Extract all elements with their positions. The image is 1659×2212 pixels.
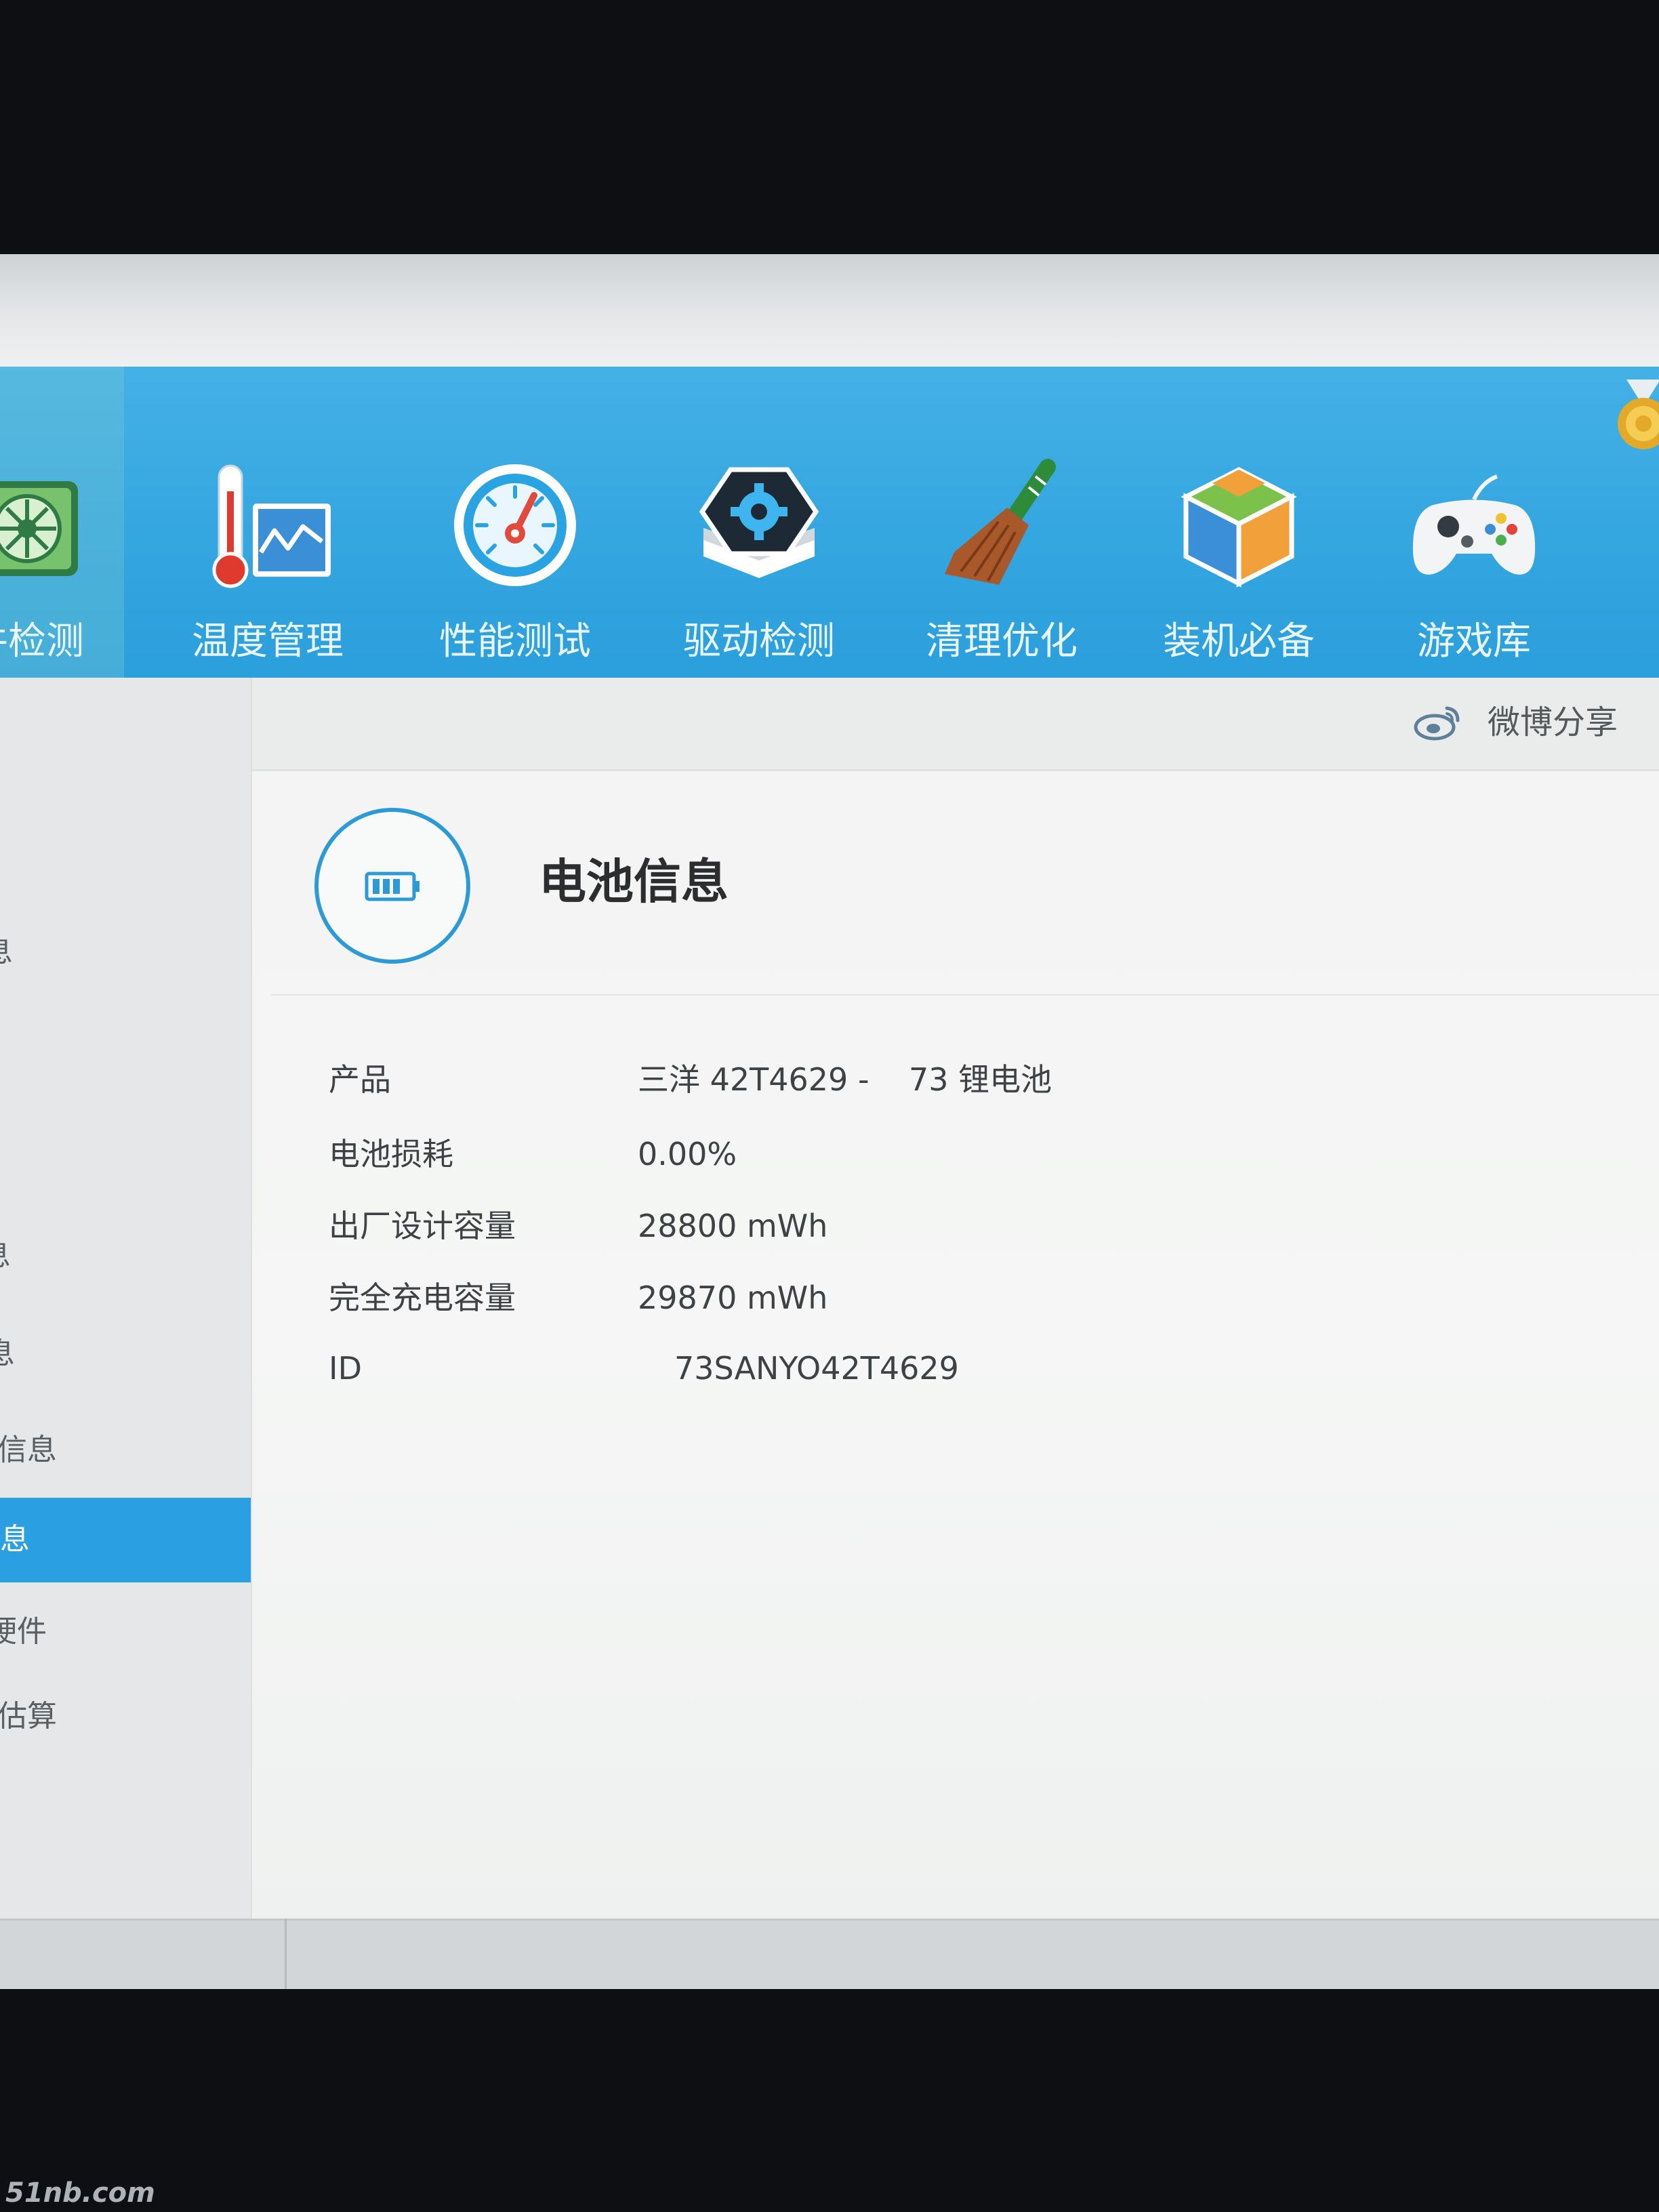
tab-label: 驱动检测 — [683, 619, 835, 663]
sidebar-item-label: 硬件 — [0, 1614, 47, 1649]
gamepad-icon — [1412, 474, 1536, 575]
info-label: 产品 — [329, 1061, 391, 1098]
sidebar-item-label: 估算 — [0, 1699, 57, 1734]
status-bar-divider — [285, 1919, 287, 1989]
tab-performance-test[interactable]: 性能测试 — [413, 457, 617, 681]
tab-label: 温度管理 — [192, 619, 344, 663]
tab-label: 清理优化 — [926, 619, 1078, 663]
info-row-design-capacity: 出厂设计容量 28800 mWh — [329, 1207, 1345, 1245]
driver-gear-icon — [699, 467, 819, 578]
tab-install-essentials[interactable]: 装机必备 — [1137, 457, 1340, 681]
cube-icon — [1181, 467, 1297, 588]
sidebar-item[interactable]: 硬件 — [0, 1590, 251, 1675]
battery-badge — [314, 808, 470, 964]
weibo-share-link[interactable]: 微博分享 — [1488, 702, 1618, 743]
sidebar-item[interactable]: 估算 — [0, 1675, 251, 1759]
speedometer-icon — [454, 464, 576, 586]
sidebar-item-label: 信息 — [0, 1433, 57, 1467]
tab-game-library[interactable]: 游戏库 — [1372, 457, 1576, 681]
tab-label: 游戏库 — [1417, 619, 1531, 663]
info-row-product: 产品 三洋 42T4629 - 73 锂电池 — [329, 1061, 1345, 1099]
tab-hardware-check[interactable]: 件检测 — [0, 457, 129, 681]
watermark: 51nb.com — [5, 2177, 155, 2209]
tab-label: 装机必备 — [1163, 619, 1315, 663]
sidebar-item-label: 息 — [0, 1335, 15, 1373]
tab-clean-optimize[interactable]: 清理优化 — [900, 457, 1103, 681]
info-label: 出厂设计容量 — [329, 1208, 516, 1244]
sidebar-item[interactable]: 息 — [0, 910, 251, 995]
sidebar-item[interactable]: 息 — [0, 1214, 251, 1298]
app-window: 件检测 温度管理 — [0, 254, 1659, 1989]
divider — [271, 994, 1659, 996]
info-value: 73SANYO42T4629 — [674, 1350, 959, 1387]
battery-icon — [365, 872, 419, 901]
sidebar-item-label: 息 — [0, 933, 13, 971]
page-title: 电池信息 — [539, 854, 729, 909]
info-row-full-charge-capacity: 完全充电容量 29870 mWh — [329, 1279, 1345, 1317]
info-value: 28800 mWh — [638, 1208, 828, 1244]
tab-label: 件检测 — [0, 619, 84, 663]
sidebar-item[interactable]: 息 — [0, 1312, 251, 1397]
tab-temperature[interactable]: 温度管理 — [166, 457, 369, 681]
info-row-wear: 电池损耗 0.00% — [329, 1135, 1345, 1173]
info-label: 电池损耗 — [329, 1136, 453, 1172]
broom-icon — [945, 459, 1056, 585]
hardware-check-icon — [0, 481, 78, 576]
info-value: 0.00% — [638, 1136, 737, 1172]
info-label: 完全充电容量 — [329, 1279, 516, 1316]
tab-label: 性能测试 — [439, 619, 591, 663]
status-bar — [0, 1919, 1659, 1989]
sidebar-item[interactable]: 信息 — [0, 1408, 251, 1493]
sidebar-item-label: 息 — [0, 1522, 30, 1557]
sidebar-item-label: 息 — [0, 1237, 11, 1275]
weibo-icon[interactable] — [1413, 704, 1462, 741]
title-bar — [0, 254, 1659, 367]
medal-icon[interactable] — [1613, 380, 1659, 454]
thermometer-chart-icon — [212, 464, 331, 588]
battery-info-panel — [252, 769, 1659, 1921]
info-label: ID — [329, 1350, 362, 1387]
info-value: 29870 mWh — [638, 1279, 828, 1316]
info-value: 三洋 42T4629 - 73 锂电池 — [638, 1061, 1052, 1098]
tab-driver-check[interactable]: 驱动检测 — [657, 457, 861, 681]
sidebar-item-selected[interactable]: 息 — [0, 1498, 251, 1582]
info-row-id: ID 73SANYO42T4629 — [329, 1349, 1345, 1387]
